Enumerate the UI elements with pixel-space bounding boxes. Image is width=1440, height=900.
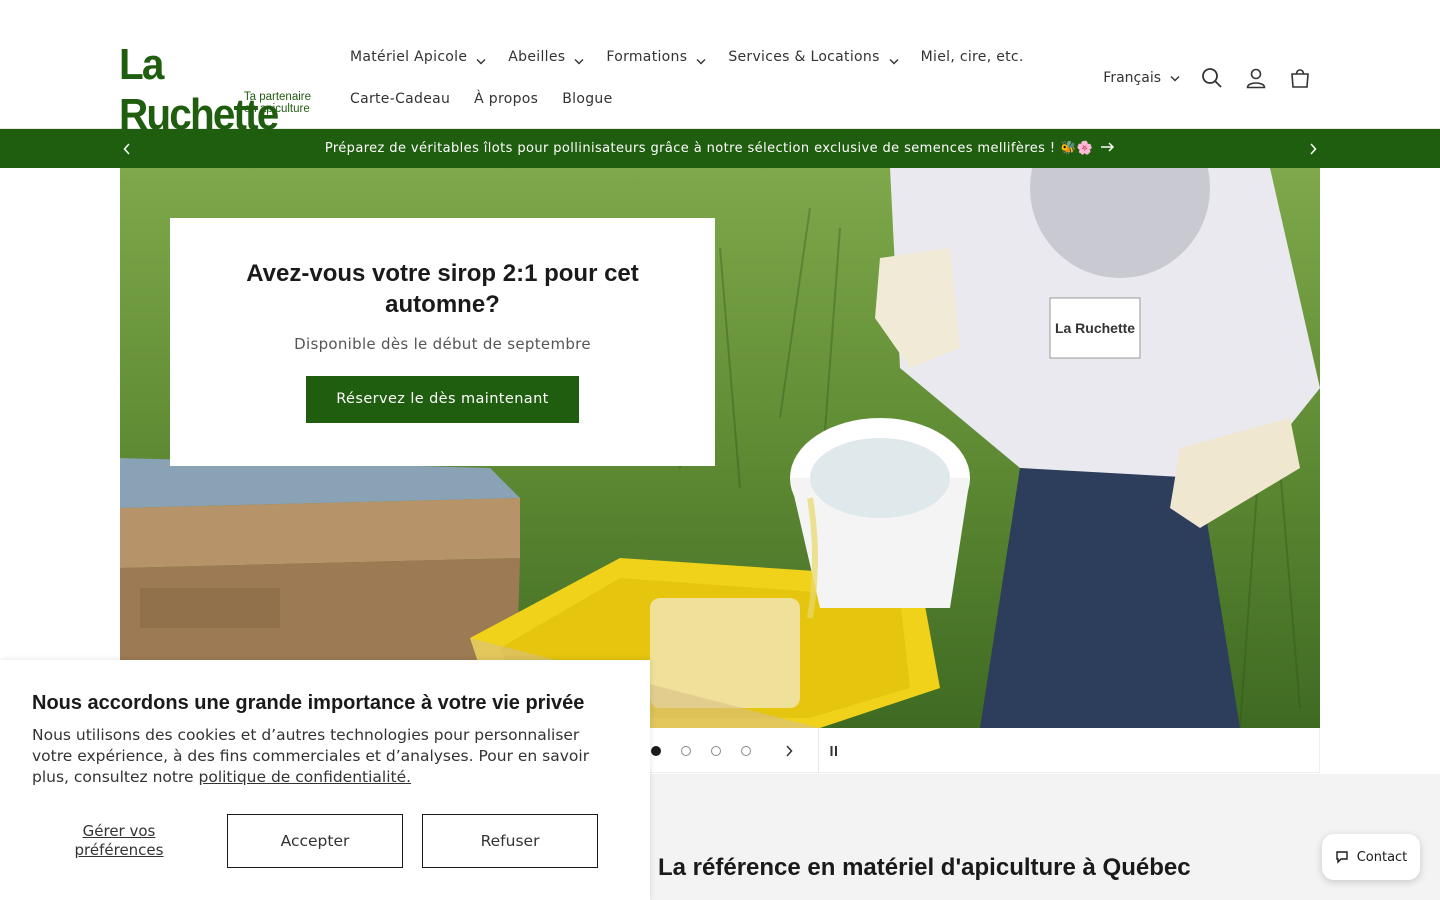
nav-item-blogue[interactable]: Blogue bbox=[550, 91, 624, 107]
hero-card: Avez-vous votre sirop 2:1 pour cet autom… bbox=[170, 218, 715, 466]
arrow-right-icon bbox=[1101, 141, 1115, 156]
bucket-brand-label: La Ruchette bbox=[1055, 320, 1135, 336]
nav-item-miel-cire-etc[interactable]: Miel, cire, etc. bbox=[909, 49, 1036, 65]
slide-dot-1[interactable] bbox=[651, 745, 661, 756]
nav-item-label: Miel, cire, etc. bbox=[920, 49, 1024, 65]
nav-item-label: Services & Locations bbox=[728, 49, 880, 65]
announcement-link[interactable]: Préparez de véritables îlots pour pollin… bbox=[0, 129, 1440, 168]
logo-wordmark: La Ruchette bbox=[119, 40, 279, 139]
account-icon[interactable] bbox=[1234, 56, 1278, 100]
nav-item-formations[interactable]: Formations bbox=[594, 49, 716, 65]
slideshow-pause-button[interactable] bbox=[818, 728, 848, 773]
chat-icon bbox=[1336, 851, 1348, 864]
nav-item-label: À propos bbox=[474, 91, 539, 107]
main-nav: Matériel Apicole Abeilles Formations Servic… bbox=[338, 36, 1023, 120]
privacy-policy-link[interactable]: politique de confidentialité. bbox=[199, 768, 412, 786]
hero-slideshow: La Ruchette Avez-vous votre sirop 2:1 po… bbox=[120, 168, 1320, 728]
language-selector[interactable]: Français bbox=[1103, 70, 1180, 86]
slide-dots bbox=[641, 728, 761, 773]
nav-row-primary: Matériel Apicole Abeilles Formations Servic… bbox=[338, 36, 1023, 78]
contact-label: Contact bbox=[1356, 849, 1408, 865]
refuse-cookies-button[interactable]: Refuser bbox=[422, 814, 598, 868]
cookie-banner: Nous accordons une grande importance à v… bbox=[0, 660, 650, 900]
nav-item-label: Blogue bbox=[562, 91, 613, 107]
nav-item-materiel-apicole[interactable]: Matériel Apicole bbox=[338, 49, 496, 65]
nav-item-label: Formations bbox=[606, 49, 688, 65]
cart-icon[interactable] bbox=[1278, 56, 1322, 100]
nav-item-carte-cadeau[interactable]: Carte-Cadeau bbox=[338, 91, 462, 107]
language-label: Français bbox=[1103, 70, 1161, 86]
nav-item-abeilles[interactable]: Abeilles bbox=[496, 49, 594, 65]
chevron-down-icon bbox=[476, 53, 486, 65]
hero-subtitle: Disponible dès le début de septembre bbox=[294, 335, 591, 353]
chevron-down-icon bbox=[696, 53, 706, 65]
hero-title: Avez-vous votre sirop 2:1 pour cet autom… bbox=[246, 260, 639, 318]
cookie-title: Nous accordons une grande importance à v… bbox=[32, 692, 585, 714]
contact-chat-button[interactable]: Contact bbox=[1322, 834, 1420, 880]
slide-dot-2[interactable] bbox=[681, 745, 691, 756]
nav-item-label: Matériel Apicole bbox=[350, 49, 468, 65]
nav-item-label: Carte-Cadeau bbox=[350, 91, 451, 107]
announcement-bar: Préparez de véritables îlots pour pollin… bbox=[0, 129, 1440, 168]
nav-item-services-locations[interactable]: Services & Locations bbox=[716, 49, 908, 65]
accept-cookies-button[interactable]: Accepter bbox=[227, 814, 403, 868]
slide-dot-3[interactable] bbox=[711, 745, 721, 756]
announcement-next-button[interactable] bbox=[1301, 137, 1325, 161]
hero-cta-button[interactable]: Réservez le dès maintenant bbox=[306, 376, 579, 423]
chevron-down-icon bbox=[574, 53, 584, 65]
section-title: La référence en matériel d'apiculture à … bbox=[658, 854, 1191, 881]
header-actions: Français bbox=[1103, 56, 1322, 100]
slide-dot-4[interactable] bbox=[741, 745, 751, 756]
manage-preferences-link[interactable]: Gérer vos préférences bbox=[40, 822, 198, 860]
nav-item-a-propos[interactable]: À propos bbox=[462, 91, 550, 107]
announcement-text: Préparez de véritables îlots pour pollin… bbox=[324, 141, 1094, 156]
chevron-down-icon bbox=[1170, 70, 1180, 86]
site-header: La Ruchette Ta partenaire en apiculture … bbox=[0, 0, 1440, 139]
slide-next-button[interactable] bbox=[776, 738, 801, 763]
cookie-text: Nous utilisons des cookies et d’autres t… bbox=[32, 726, 590, 786]
search-icon[interactable] bbox=[1190, 56, 1234, 100]
nav-item-label: Abeilles bbox=[508, 49, 566, 65]
site-logo[interactable]: La Ruchette Ta partenaire en apiculture bbox=[119, 40, 314, 139]
nav-row-secondary: Carte-Cadeau À propos Blogue bbox=[338, 78, 998, 120]
chevron-down-icon bbox=[889, 53, 899, 65]
logo-tagline: Ta partenaire en apiculture bbox=[243, 91, 311, 115]
